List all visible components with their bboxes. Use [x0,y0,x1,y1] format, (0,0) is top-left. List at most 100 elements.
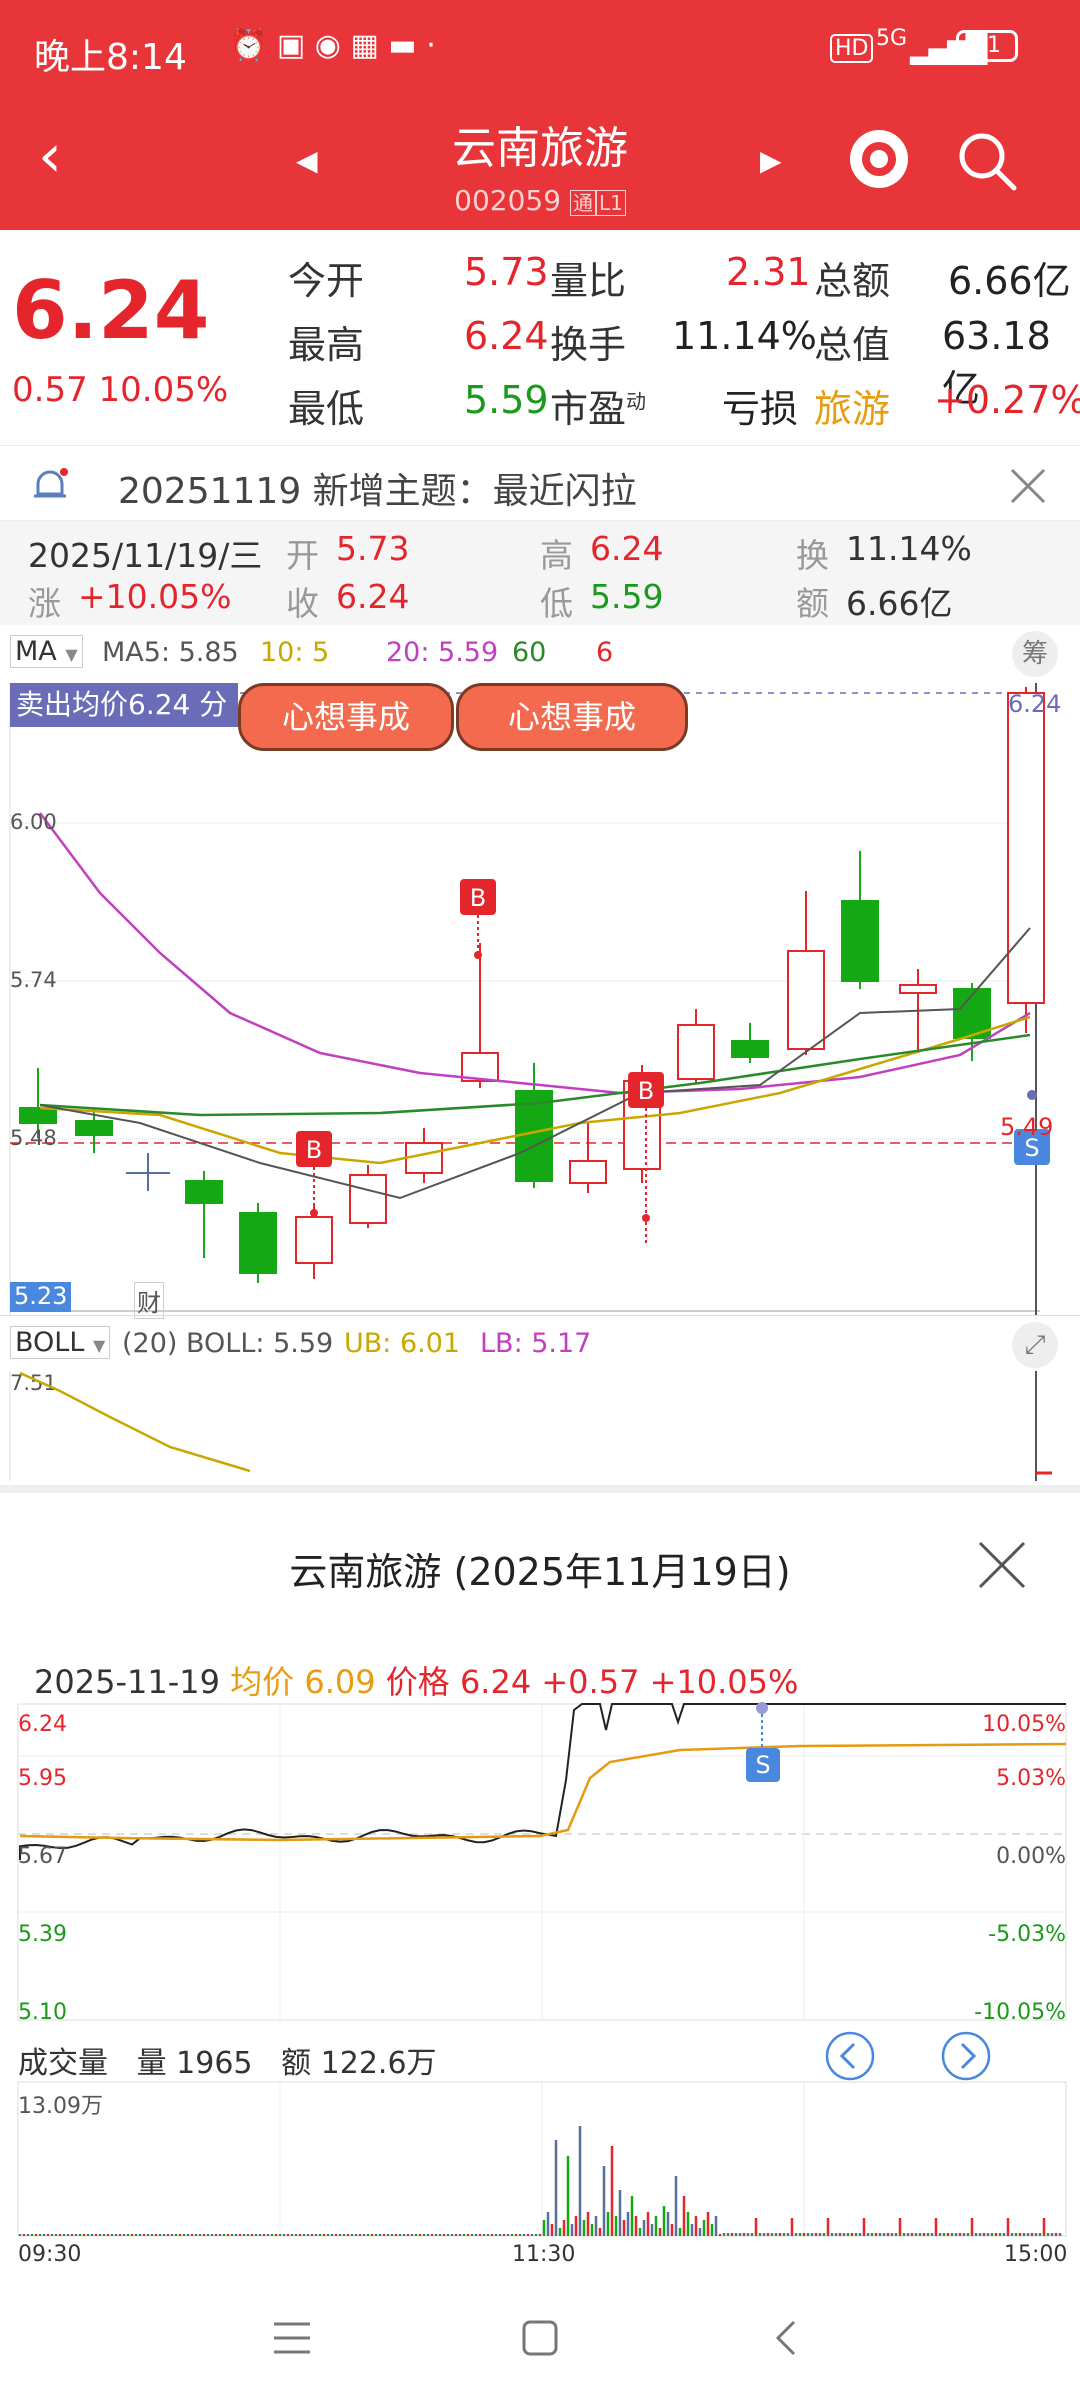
popup-chg: +0.57 [541,1663,640,1701]
volume-header: 成交量 量 1965 额 122.6万 [18,2038,437,2082]
volume-label: 成交量 [18,2046,108,2081]
hd-icon: HD [830,34,874,63]
kline-chart[interactable]: BBBS [0,683,1080,1315]
right-axis-3: -5.03% [988,1922,1066,1947]
stock-code: 002059 [454,184,562,217]
candle-body [841,900,879,982]
popup-price: 6.24 [459,1663,532,1701]
left-axis-1: 5.95 [18,1766,67,1791]
chevron-down-icon: ▼ [92,1336,106,1355]
day-close-label: 收 [286,584,319,623]
system-nav-bar [0,2280,1080,2400]
pe-sup: 动 [626,389,647,414]
page-title: 云南旅游 [452,123,628,174]
day-open: 5.73 [336,529,410,568]
day-close: 6.24 [336,577,410,616]
popup-avg: 6.09 [304,1663,376,1701]
notice-bar[interactable]: 20251119 新增主题：最近闪拉 [0,445,1080,521]
sector-label[interactable]: 旅游 [814,378,890,433]
candle-body [1007,692,1045,1004]
home-icon[interactable] [518,2316,562,2360]
y-label-548: 5.48 [10,1126,57,1150]
candle-body [787,950,825,1050]
low-label: 最低 [288,387,365,431]
current-price: 6.24 [12,264,210,357]
ma-selector[interactable]: MA ▼ [10,635,83,668]
stock-code-row: 002059 通 L1 [340,184,740,217]
amount-value: 额 122.6万 [281,2046,437,2081]
time-start: 09:30 [18,2242,82,2267]
day-high: 6.24 [590,529,664,568]
ma20-line [39,812,1031,1095]
day-turn: 11.14% [846,529,972,568]
volratio-label: 量比 [550,259,627,303]
cai-badge[interactable]: 财 [134,1282,164,1319]
trade-marker-label: B [638,1077,654,1105]
candle-body [185,1180,223,1204]
kline-grid [10,683,1040,1315]
boll-lb: LB: 5.17 [480,1328,592,1359]
day-low-label: 低 [540,584,573,623]
mascot-icon[interactable] [850,130,908,188]
chip-button[interactable]: 筹 [1012,631,1058,677]
turnover-label: 换手 [550,323,627,367]
marker-dot [756,1702,768,1714]
next-day-icon[interactable] [940,2030,992,2082]
back-nav-icon[interactable] [766,2316,810,2360]
popup-avg-label: 均价 [230,1663,295,1701]
boll-ub: UB: 6.01 [344,1328,461,1359]
expand-icon[interactable]: ⤢ [1012,1322,1058,1368]
quote-panel: 6.24 0.57 10.05% 今开 5.73 量比 2.31 总额 6.66… [0,230,1080,445]
kline-candles [19,687,1045,1283]
candle-body [899,984,937,994]
low-price-label: 5.23 [10,1282,72,1312]
trade-marker-label: B [306,1136,322,1164]
right-axis-1: 5.03% [996,1766,1066,1791]
intraday-lines [19,1702,1067,1860]
sell-avg-label: 卖出均价6.24 分 [10,683,238,727]
high-value: 6.24 [464,314,549,358]
volume-bars [18,2126,1062,2236]
y-label-574: 5.74 [10,968,57,992]
prev-day-icon[interactable] [824,2030,876,2082]
pe-label-text: 市盈 [550,387,627,431]
marker-dot [474,951,482,959]
amount-label: 总额 [814,259,891,303]
candle-body [349,1174,387,1224]
next-stock-icon[interactable]: ▶ [760,144,782,177]
open-value: 5.73 [464,250,549,294]
day-open-label: 开 [286,536,319,575]
pe-label: 市盈动 [550,378,646,433]
high-label: 最高 [288,323,365,367]
boll-chart [9,1371,1052,1481]
back-icon[interactable]: ‹ [38,126,62,186]
network-label: 5G [876,26,908,51]
ma-label: MA [15,636,57,667]
app-header: 晚上8:14 ⏰ ▣ ◉ ▦ ▬ · HD 5G ▂▄▆█ 81 ‹ ◀ 云南旅… [0,0,1080,230]
y-label-600: 6.00 [10,810,57,834]
candle-body [239,1212,277,1274]
day-chg: +10.05% [78,577,232,616]
candle-body [569,1160,607,1184]
ma10-value: 10: 5 [260,637,330,668]
right-axis-0: 10.05% [982,1712,1066,1737]
close-popup-icon[interactable] [976,1539,1028,1591]
menu-icon[interactable] [270,2316,314,2360]
prev-stock-icon[interactable]: ◀ [296,144,318,177]
day-date: 2025/11/19/三 [28,536,263,575]
ma20-value: 20: 5.59 [386,637,499,668]
boll-selector[interactable]: BOLL ▼ [10,1326,111,1359]
search-icon[interactable] [956,130,1018,192]
change-value: 0.57 [12,370,88,410]
left-axis-2: 5.67 [18,1844,67,1869]
intraday-s-marker[interactable]: S [746,1748,780,1782]
avg-line [19,1742,1067,1842]
status-time: 晚上8:14 [34,37,187,78]
notice-text: 20251119 新增主题：最近闪拉 [118,471,637,512]
trade-marker-label: B [470,884,486,912]
time-mid: 11:30 [512,2242,576,2267]
close-notice-icon[interactable] [1010,468,1046,504]
popup-summary: 2025-11-19 均价 6.09 价格 6.24 +0.57 +10.05% [34,1657,798,1703]
turnover-value: 11.14% [672,314,817,358]
bell-icon [34,468,68,498]
